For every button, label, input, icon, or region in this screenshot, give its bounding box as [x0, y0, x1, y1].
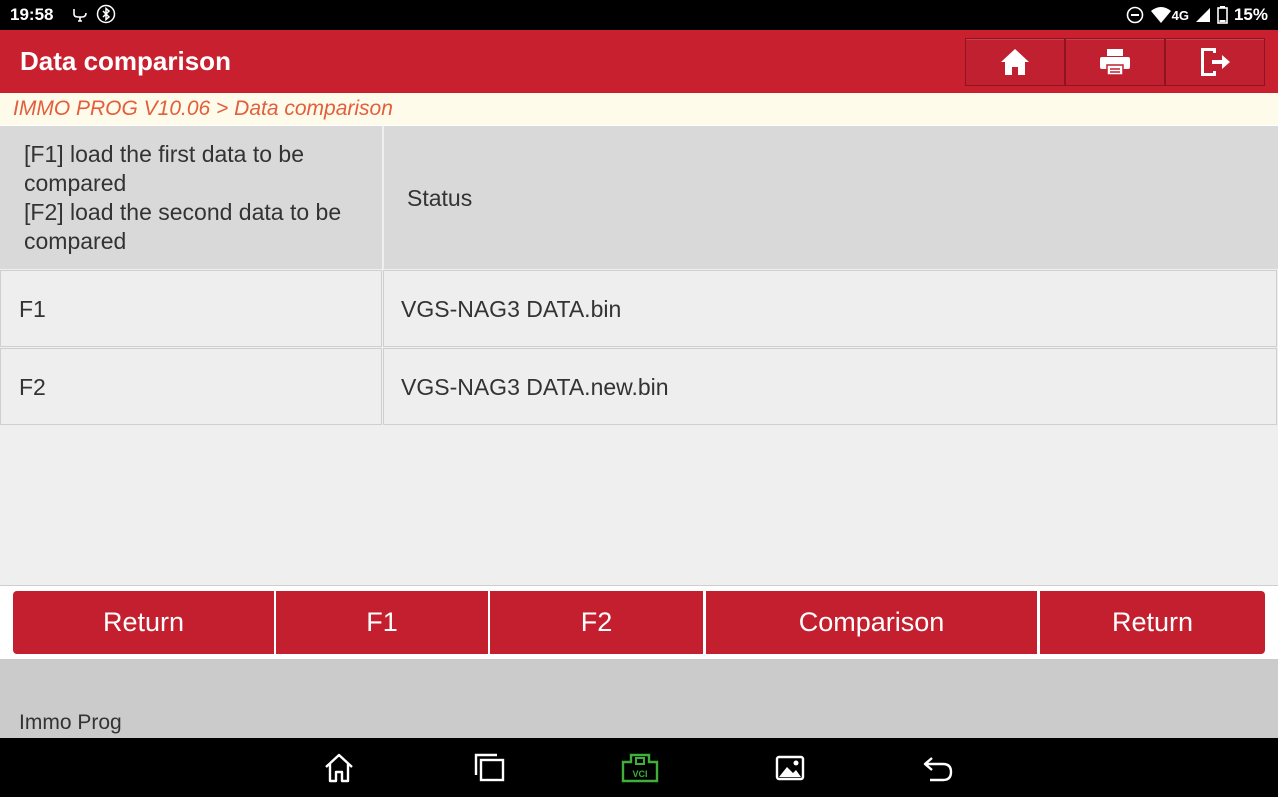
print-button[interactable]	[1065, 38, 1165, 86]
table-header-instructions: [F1] load the first data to be compared …	[0, 126, 382, 269]
battery-icon	[1217, 6, 1228, 24]
breadcrumb-text: IMMO PROG V10.06 > Data comparison	[13, 97, 393, 120]
print-icon	[1100, 49, 1130, 76]
vci-label: VCI	[632, 769, 647, 779]
return-button-right[interactable]: Return	[1040, 591, 1265, 654]
table-row-f2-key: F2	[0, 348, 382, 425]
row-value: VGS-NAG3 DATA.bin	[401, 296, 622, 322]
dnd-icon	[1126, 6, 1143, 24]
f1-button[interactable]: F1	[276, 591, 488, 654]
home-icon	[1001, 49, 1029, 75]
table-row-f2-value: VGS-NAG3 DATA.new.bin	[383, 348, 1277, 425]
back-icon[interactable]	[922, 752, 954, 784]
bluetooth-icon	[96, 4, 116, 24]
table-row-f1-key: F1	[0, 270, 382, 347]
instruction-line: [F2] load the second data to be	[24, 199, 342, 225]
home-button[interactable]	[965, 38, 1065, 86]
table-header-status: Status	[384, 126, 1278, 269]
status-right: 4G 15%	[1126, 5, 1268, 25]
vci-icon[interactable]: VCI	[619, 752, 661, 784]
exit-button[interactable]	[1165, 38, 1265, 86]
page-title: Data comparison	[20, 46, 231, 76]
row-key: F1	[19, 296, 46, 322]
instruction-line: [F1] load the first data to be	[24, 141, 304, 167]
wifi-icon	[1150, 7, 1171, 23]
action-bar: Return F1 F2 Comparison Return	[0, 586, 1278, 658]
return-button-left[interactable]: Return	[13, 591, 274, 654]
system-nav-bar: VCI	[0, 738, 1278, 797]
app-header: Data comparison	[0, 30, 1278, 93]
f2-button[interactable]: F2	[490, 591, 703, 654]
data-table: [F1] load the first data to be compared …	[0, 126, 1278, 586]
recents-icon[interactable]	[473, 752, 505, 784]
nav-home-icon[interactable]	[323, 752, 355, 784]
row-value: VGS-NAG3 DATA.new.bin	[401, 374, 669, 400]
footer: Immo Prog	[0, 659, 1278, 738]
breadcrumb: IMMO PROG V10.06 > Data comparison	[0, 93, 1278, 125]
instruction-line: compared	[24, 170, 127, 196]
exit-icon	[1201, 48, 1230, 76]
comparison-button[interactable]: Comparison	[706, 591, 1037, 654]
table-row-f1-value: VGS-NAG3 DATA.bin	[383, 270, 1277, 347]
gallery-icon[interactable]	[774, 752, 806, 784]
status-header-label: Status	[407, 185, 473, 211]
status-time: 19:58	[10, 5, 54, 24]
network-label: 4G	[1171, 7, 1189, 23]
usb-debug-icon	[73, 9, 87, 22]
battery-level: 15%	[1233, 5, 1268, 24]
footer-label: Immo Prog	[19, 711, 122, 734]
row-key: F2	[19, 374, 46, 400]
signal-icon	[1195, 8, 1210, 22]
status-bar: 19:58 4G 15%	[0, 0, 1278, 30]
instruction-line: compared	[24, 228, 127, 254]
